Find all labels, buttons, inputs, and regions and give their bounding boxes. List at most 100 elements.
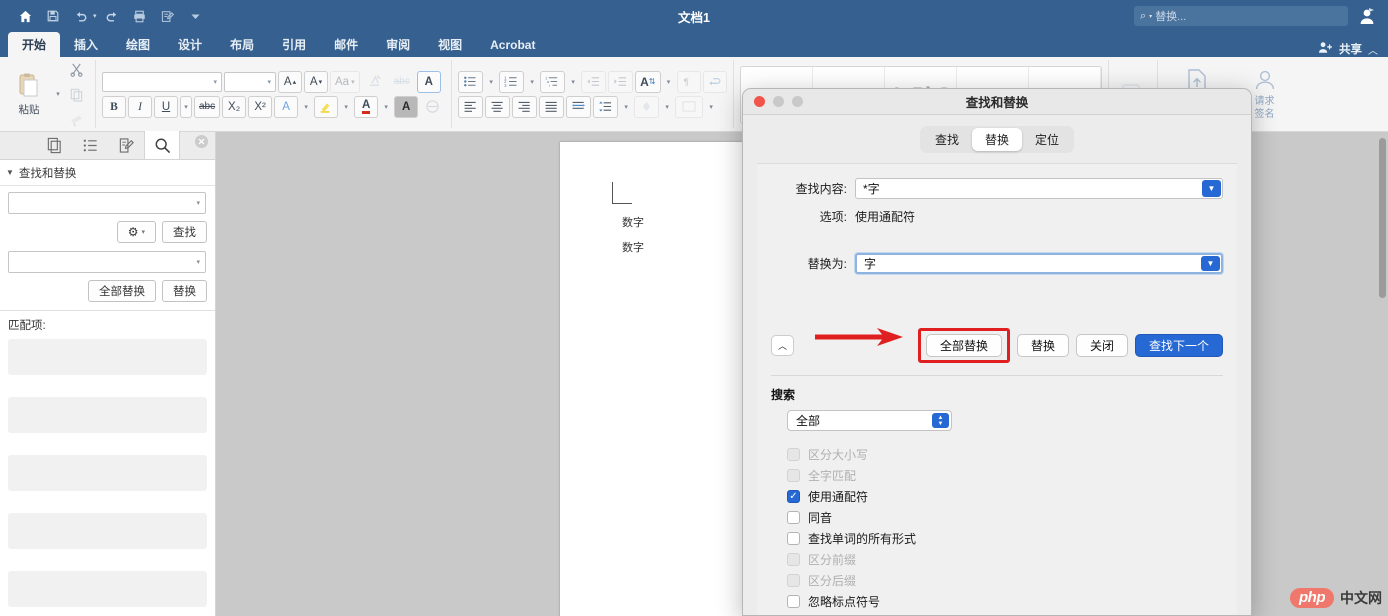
underline-button[interactable]: U — [154, 95, 178, 118]
align-left-button[interactable] — [458, 95, 484, 118]
line-spacing-caret[interactable]: ▾ — [620, 96, 632, 118]
sidebar-replace-button[interactable]: 替换 — [162, 280, 207, 302]
sidebar-tab-thumbnails[interactable] — [36, 131, 72, 159]
text-color-outline-button[interactable]: A — [274, 95, 299, 118]
replace-history-dropdown[interactable]: ▼ — [1201, 256, 1220, 271]
underline-dropdown-caret[interactable]: ▾ — [180, 95, 192, 118]
sort-button[interactable]: A ⇅ — [635, 70, 661, 93]
list-item[interactable] — [8, 339, 207, 375]
highlight-button[interactable] — [314, 95, 339, 118]
zoom-button[interactable] — [792, 96, 803, 107]
text-effects-button[interactable]: A — [416, 70, 441, 93]
grow-font-button[interactable]: A ▴ — [278, 70, 302, 93]
home-icon[interactable] — [12, 4, 38, 28]
list-item[interactable] — [8, 397, 207, 433]
font-color-button[interactable]: A — [354, 95, 379, 118]
text-color-caret[interactable]: ▾ — [300, 96, 312, 118]
vertical-scrollbar[interactable] — [1379, 138, 1386, 298]
track-changes-icon[interactable] — [155, 4, 181, 28]
paste-button[interactable]: 粘贴 — [6, 72, 52, 117]
use-wildcards-checkbox[interactable]: ✓ — [787, 490, 800, 503]
list-item[interactable] — [8, 455, 207, 491]
homophone-checkbox[interactable] — [787, 511, 800, 524]
multilevel-caret[interactable]: ▾ — [567, 71, 579, 93]
sidebar-find-button[interactable]: 查找 — [162, 221, 207, 243]
sidebar-replace-caret-icon[interactable]: ▾ — [196, 258, 200, 266]
collapse-ribbon-icon[interactable]: ︿ — [1368, 42, 1378, 57]
shrink-font-button[interactable]: A ▾ — [304, 70, 328, 93]
close-button[interactable] — [754, 96, 765, 107]
sidebar-find-caret-icon[interactable]: ▾ — [196, 199, 200, 207]
subscript-button[interactable]: X₂ — [222, 95, 247, 118]
ribbon-tab-references[interactable]: 引用 — [268, 32, 320, 57]
checkbox-row-homophone[interactable]: 同音 — [787, 507, 1223, 528]
clear-formatting-icon[interactable] — [362, 71, 387, 93]
find-input[interactable]: *字 ▼ — [855, 178, 1223, 199]
share-label[interactable]: 共享 — [1339, 41, 1362, 57]
shading-button[interactable] — [634, 95, 660, 118]
share-icon[interactable] — [1318, 41, 1333, 57]
font-size-combo[interactable]: ▾ — [224, 71, 276, 92]
list-item[interactable] — [8, 513, 207, 549]
strikethrough-ghost-icon[interactable]: abc — [389, 71, 415, 93]
font-name-combo[interactable]: ▾ — [102, 71, 222, 92]
highlight-caret[interactable]: ▾ — [340, 96, 352, 118]
sidebar-panel-header[interactable]: ▼ 查找和替换 — [0, 160, 215, 186]
checkbox-row-whole-word[interactable]: 全字匹配 — [787, 465, 1223, 486]
show-formatting-marks-button[interactable]: ¶ — [676, 70, 701, 93]
save-icon[interactable] — [40, 4, 66, 28]
increase-indent-button[interactable] — [608, 70, 634, 93]
replace-input[interactable]: 字 ▼ — [855, 253, 1223, 274]
checkbox-row-match-prefix[interactable]: 区分前缀 — [787, 549, 1223, 570]
decrease-indent-button[interactable] — [581, 70, 607, 93]
character-shading-button[interactable]: A — [394, 95, 419, 118]
ribbon-tab-view[interactable]: 视图 — [424, 32, 476, 57]
borders-button[interactable] — [675, 95, 704, 118]
checkbox-row-all-word-forms[interactable]: 查找单词的所有形式 — [787, 528, 1223, 549]
print-icon[interactable] — [127, 4, 153, 28]
undo-dropdown-caret[interactable]: ▾ — [93, 12, 97, 20]
sidebar-tab-search[interactable] — [144, 131, 180, 159]
sidebar-tab-review[interactable] — [108, 131, 144, 159]
ribbon-tab-mailings[interactable]: 邮件 — [320, 32, 372, 57]
checkbox-row-ignore-punctuation[interactable]: 忽略标点符号 — [787, 591, 1223, 612]
strikethrough-button[interactable]: abc — [194, 95, 221, 118]
dialog-tab-goto[interactable]: 定位 — [1022, 128, 1072, 151]
cut-icon[interactable] — [64, 58, 89, 80]
change-case-button[interactable]: Aa ▾ — [330, 70, 360, 93]
checkbox-row-wildcards[interactable]: ✓ 使用通配符 — [787, 486, 1223, 507]
numbering-caret[interactable]: ▾ — [526, 71, 538, 93]
customize-qat-icon[interactable] — [183, 4, 209, 28]
search-scope-select[interactable]: 全部 ▲ ▼ — [787, 410, 952, 431]
undo-icon[interactable] — [68, 4, 94, 28]
sidebar-find-input[interactable]: ▾ — [8, 192, 206, 214]
chevron-down-icon[interactable]: ▼ — [6, 168, 14, 177]
sidebar-tab-outline[interactable] — [72, 131, 108, 159]
align-right-button[interactable] — [512, 95, 538, 118]
ribbon-tab-review[interactable]: 审阅 — [372, 32, 424, 57]
avatar[interactable] — [1356, 5, 1378, 27]
bold-button[interactable]: B — [102, 95, 126, 118]
ribbon-tab-insert[interactable]: 插入 — [60, 32, 112, 57]
ribbon-tab-draw[interactable]: 绘图 — [112, 32, 164, 57]
replace-all-button[interactable]: 全部替换 — [925, 334, 1002, 357]
dialog-tab-find[interactable]: 查找 — [922, 128, 972, 151]
find-history-dropdown[interactable]: ▼ — [1202, 180, 1221, 197]
search-input[interactable]: ⌕ ▾ 替换... — [1134, 6, 1348, 26]
list-item[interactable] — [8, 571, 207, 607]
multilevel-list-button[interactable]: 1ai — [540, 70, 566, 93]
shading-caret[interactable]: ▾ — [661, 96, 673, 118]
sidebar-replace-input[interactable]: ▾ — [8, 251, 206, 273]
minimize-button[interactable] — [773, 96, 784, 107]
checkbox-row-match-suffix[interactable]: 区分后缀 — [787, 570, 1223, 591]
format-painter-icon[interactable] — [64, 108, 89, 130]
superscript-button[interactable]: X² — [248, 95, 273, 118]
font-color-caret[interactable]: ▾ — [380, 96, 392, 118]
match-suffix-checkbox[interactable] — [787, 574, 800, 587]
close-sidebar-icon[interactable] — [194, 134, 209, 154]
sort-caret[interactable]: ▾ — [663, 71, 675, 93]
replace-button[interactable]: 替换 — [1016, 334, 1069, 357]
sidebar-replace-all-button[interactable]: 全部替换 — [88, 280, 156, 302]
sidebar-search-options-button[interactable]: ⚙ ▾ — [116, 221, 156, 243]
ribbon-tab-home[interactable]: 开始 — [8, 32, 61, 57]
